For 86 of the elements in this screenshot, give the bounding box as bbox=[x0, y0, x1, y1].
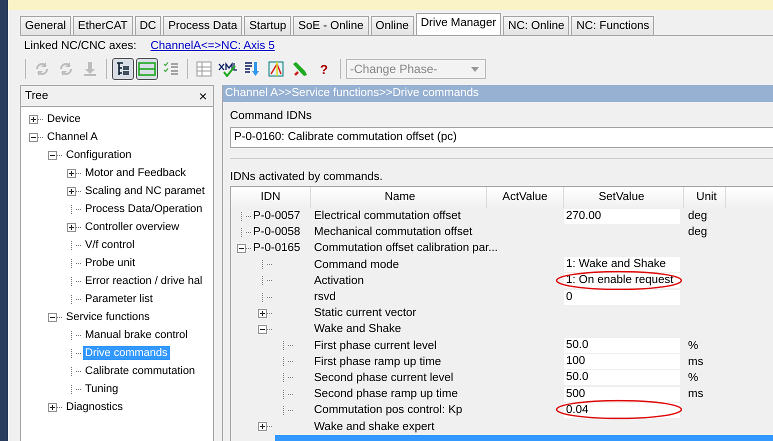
set-value-field[interactable]: 500 bbox=[564, 386, 680, 402]
name-cell: Command mode bbox=[314, 258, 400, 271]
set-value-field[interactable]: 0 bbox=[564, 290, 680, 305]
name-cell: Mechanical commutation offset bbox=[314, 226, 472, 238]
linked-axes-label: Linked NC/CNC axes: bbox=[24, 40, 136, 52]
tree-item[interactable]: Device bbox=[45, 112, 83, 126]
set-value-field[interactable]: 270.00 bbox=[564, 208, 680, 224]
expander-icon[interactable] bbox=[29, 132, 38, 142]
axis-link[interactable]: ChannelA<=>NC: Axis 5 bbox=[150, 40, 275, 52]
tab[interactable]: SoE - Online bbox=[293, 16, 368, 35]
unit-cell: % bbox=[688, 340, 698, 352]
tab[interactable]: NC: Online bbox=[503, 16, 570, 35]
tree-item[interactable]: Probe unit bbox=[83, 256, 138, 270]
breadcrumb-bar: Channel A>>Service functions>>Drive commands bbox=[223, 85, 773, 102]
expander-icon[interactable] bbox=[48, 402, 57, 412]
name-cell: Static current vector bbox=[314, 307, 416, 320]
tree-item[interactable]: Motor and Feedback bbox=[83, 166, 188, 180]
column-header[interactable]: SetValue bbox=[564, 187, 684, 208]
tree-item[interactable]: Service functions bbox=[64, 310, 152, 324]
name-cell: First phase ramp up time bbox=[314, 356, 442, 368]
name-cell: Commutation pos control: Kp bbox=[314, 404, 462, 416]
expander-icon[interactable] bbox=[67, 186, 76, 196]
tab[interactable]: General bbox=[20, 16, 71, 35]
expander-icon[interactable] bbox=[258, 308, 267, 318]
unit-cell: ms bbox=[688, 356, 704, 368]
expander-icon[interactable] bbox=[237, 244, 246, 253]
close-button[interactable]: × bbox=[196, 89, 209, 103]
caret-icon bbox=[471, 66, 479, 72]
set-value-field[interactable]: 50.0 bbox=[564, 370, 680, 386]
tree-item[interactable]: Process Data/Operation bbox=[83, 202, 204, 216]
column-header[interactable]: IDN bbox=[231, 187, 311, 208]
set-value-field[interactable]: 1: On enable request bbox=[564, 273, 680, 288]
panel-title: Tree bbox=[25, 90, 48, 102]
name-cell: rsvd bbox=[314, 291, 336, 304]
idn-cell: P-0-0057 bbox=[253, 210, 300, 222]
tab[interactable]: Startup bbox=[244, 16, 292, 35]
column-header[interactable]: Unit bbox=[684, 187, 726, 208]
expander-icon[interactable] bbox=[48, 150, 57, 160]
tree-item[interactable]: Parameter list bbox=[83, 292, 155, 306]
tree-item[interactable]: Calibrate commutation bbox=[83, 364, 198, 378]
tab[interactable]: NC: Functions bbox=[571, 16, 654, 35]
tab[interactable]: Drive Manager bbox=[416, 13, 502, 35]
help-button[interactable]: ? bbox=[313, 58, 335, 80]
set-value-field[interactable]: 1: Wake and Shake bbox=[564, 257, 680, 272]
unit-cell: deg bbox=[688, 210, 708, 222]
tab[interactable]: EtherCAT bbox=[72, 16, 133, 35]
name-cell: Commutation offset calibration par... bbox=[314, 242, 498, 254]
idn-cell: P-0-0058 bbox=[253, 226, 300, 238]
tree-item[interactable]: Scaling and NC paramet bbox=[83, 184, 207, 198]
expander-icon[interactable] bbox=[258, 324, 267, 334]
expander-icon[interactable] bbox=[67, 168, 76, 178]
help-icon: ? bbox=[320, 62, 328, 76]
expander-icon[interactable] bbox=[67, 222, 76, 232]
name-cell: Wake and Shake bbox=[314, 323, 402, 336]
command-idns-label: Command IDNs bbox=[230, 110, 313, 124]
tree-item[interactable]: V/f control bbox=[83, 238, 137, 252]
name-cell: First phase current level bbox=[314, 340, 437, 352]
tree-item[interactable]: Tuning bbox=[83, 382, 120, 396]
name-cell: Electrical commutation offset bbox=[314, 210, 461, 222]
tab[interactable]: Online bbox=[370, 16, 414, 35]
name-cell: Second phase ramp up time bbox=[314, 388, 458, 400]
unit-cell: ms bbox=[688, 388, 704, 400]
expander-icon[interactable] bbox=[29, 114, 38, 124]
unit-cell: % bbox=[688, 372, 698, 384]
tree-item[interactable]: Manual brake control bbox=[83, 328, 190, 342]
tree-item[interactable]: Diagnostics bbox=[64, 400, 125, 414]
command-field[interactable]: P-0-0160: Calibrate commutation offset (pc) bbox=[230, 127, 773, 148]
expander-icon[interactable] bbox=[48, 312, 57, 322]
name-cell: Activation bbox=[314, 274, 364, 287]
idn-cell: P-0-0165 bbox=[253, 242, 300, 254]
tree-item[interactable]: Controller overview bbox=[83, 220, 182, 234]
set-value-field[interactable]: 100 bbox=[564, 354, 680, 370]
tab[interactable]: DC bbox=[134, 16, 162, 35]
name-cell: Wake and shake expert bbox=[314, 420, 434, 433]
section-label: IDNs activated by commands. bbox=[230, 171, 384, 185]
column-header[interactable]: ActValue bbox=[487, 187, 564, 208]
tab[interactable]: Process Data bbox=[163, 16, 242, 35]
tree-item[interactable]: Channel A bbox=[45, 130, 100, 144]
name-cell: Second phase current level bbox=[314, 372, 454, 384]
tree-item[interactable]: Configuration bbox=[64, 148, 134, 162]
set-value-field[interactable]: 0.04 bbox=[564, 402, 680, 418]
expander-icon[interactable] bbox=[258, 422, 267, 432]
tree-item[interactable]: Error reaction / drive hal bbox=[83, 274, 204, 288]
set-value-field[interactable]: 50.0 bbox=[564, 338, 680, 354]
unit-cell: deg bbox=[688, 226, 708, 238]
column-header[interactable]: Name bbox=[311, 187, 487, 208]
